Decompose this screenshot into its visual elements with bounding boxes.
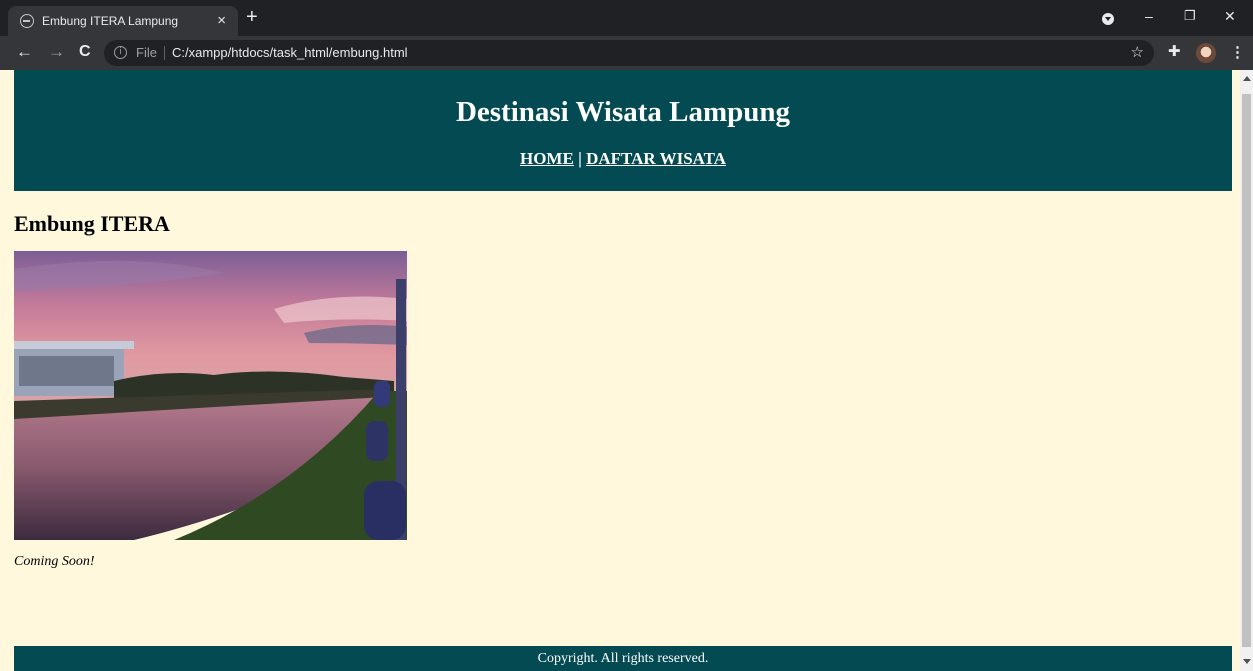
site-nav: HOME | DAFTAR WISATA (14, 149, 1232, 169)
url-text[interactable]: C:/xampp/htdocs/task_html/embung.html (172, 45, 408, 60)
scroll-up-arrow-icon[interactable] (1243, 76, 1251, 81)
page-heading: Embung ITERA (14, 211, 170, 236)
omnibox-separator (164, 46, 165, 60)
photo-building-roof (14, 341, 134, 349)
bookmark-star-icon[interactable]: ☆ (1131, 43, 1144, 61)
site-title: Destinasi Wisata Lampung (455, 96, 791, 128)
caption-text: Coming Soon! (14, 554, 95, 569)
site-footer: Copyright. All rights reserved. (14, 646, 1232, 671)
window-close-icon[interactable]: ✕ (1224, 8, 1236, 25)
file-label: File (136, 45, 157, 60)
tab-close-icon[interactable]: × (217, 12, 226, 29)
tab-search-icon[interactable] (1102, 13, 1114, 25)
tab-title: Embung ITERA Lampung (42, 14, 179, 28)
photo-rail-post (374, 381, 390, 407)
nav-link-home[interactable]: HOME (520, 149, 574, 168)
photo-rail-post (366, 421, 388, 461)
site-header: Destinasi Wisata Lampung HOME | DAFTAR W… (14, 70, 1232, 191)
scroll-down-arrow-icon[interactable] (1243, 659, 1251, 664)
address-bar[interactable]: i File C:/xampp/htdocs/task_html/embung.… (104, 40, 1154, 66)
embung-photo (14, 251, 407, 540)
nav-separator: | (573, 149, 587, 168)
scroll-thumb[interactable] (1242, 94, 1251, 647)
back-icon[interactable]: ← (16, 43, 33, 61)
menu-icon[interactable]: ⋮ (1230, 43, 1245, 61)
photo-rail-post (364, 481, 406, 540)
photo-building-windows (19, 356, 114, 386)
browser-tab[interactable]: Embung ITERA Lampung × (8, 6, 238, 36)
reload-icon[interactable]: C (79, 43, 91, 61)
browser-tabstrip: Embung ITERA Lampung × + – ❐ ✕ (0, 0, 1253, 36)
extensions-icon[interactable]: ✚ (1168, 42, 1181, 60)
info-icon[interactable]: i (114, 46, 127, 59)
minimize-icon[interactable]: – (1145, 8, 1153, 24)
browser-toolbar: ← → C i File C:/xampp/htdocs/task_html/e… (0, 36, 1253, 70)
nav-link-daftar-wisata[interactable]: DAFTAR WISATA (586, 149, 726, 168)
restore-icon[interactable]: ❐ (1184, 8, 1196, 24)
globe-icon (20, 14, 34, 28)
vertical-scrollbar[interactable] (1240, 70, 1253, 671)
page-viewport: Destinasi Wisata Lampung HOME | DAFTAR W… (0, 70, 1240, 671)
profile-avatar[interactable] (1196, 43, 1216, 63)
new-tab-icon[interactable]: + (246, 7, 258, 27)
forward-icon[interactable]: → (48, 43, 65, 61)
